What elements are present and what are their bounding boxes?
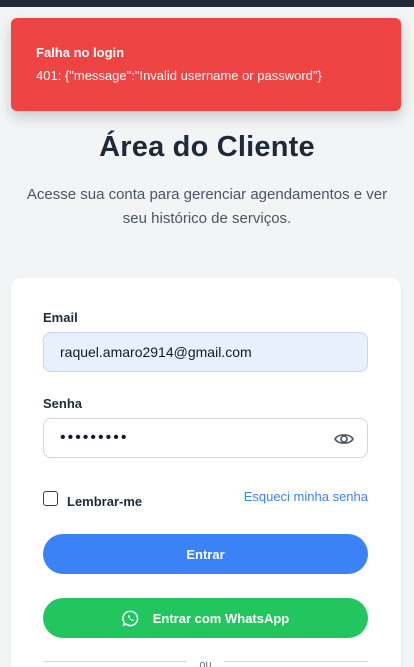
- error-toast: Falha no login 401: {"message":"Invalid …: [11, 18, 401, 111]
- whatsapp-login-button[interactable]: Entrar com WhatsApp: [43, 598, 368, 638]
- divider: ou: [43, 659, 368, 667]
- page-subtitle: Acesse sua conta para gerenciar agendame…: [26, 186, 388, 227]
- toast-message: 401: {"message":"Invalid username or pas…: [36, 68, 322, 83]
- eye-icon[interactable]: [333, 428, 355, 450]
- password-field[interactable]: [43, 418, 368, 458]
- password-label: Senha: [43, 396, 83, 411]
- whatsapp-button-label: Entrar com WhatsApp: [152, 610, 290, 626]
- forgot-password-link[interactable]: Esqueci minha senha: [244, 489, 368, 504]
- divider-label: ou: [199, 658, 212, 667]
- remember-label: Lembrar-me: [67, 494, 143, 509]
- top-bar: [0, 0, 414, 7]
- divider-line-left: [43, 661, 188, 662]
- page-title: Área do Cliente: [99, 131, 315, 163]
- login-card: Email Senha Lembrar-me Esqueci minha sen…: [11, 278, 401, 667]
- email-field[interactable]: [43, 332, 368, 372]
- toast-title: Falha no login: [36, 45, 125, 60]
- remember-checkbox[interactable]: [43, 491, 58, 506]
- email-label: Email: [43, 310, 78, 325]
- whatsapp-icon: [121, 610, 139, 627]
- remember-me: Lembrar-me: [43, 488, 142, 509]
- divider-line-right: [223, 661, 368, 662]
- login-button[interactable]: Entrar: [43, 534, 368, 574]
